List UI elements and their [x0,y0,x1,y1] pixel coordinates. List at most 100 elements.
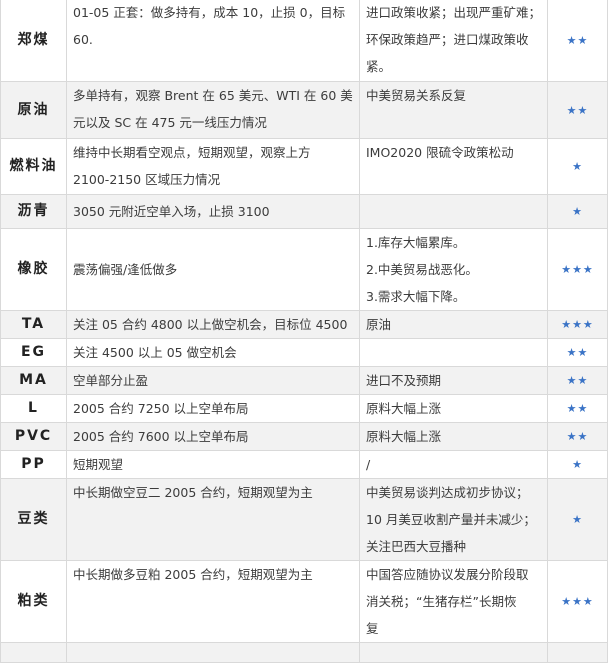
rating-stars: ★★ [547,422,608,451]
risk-line: 消关税；“生猪存栏”长期恢 [366,594,517,609]
risk-line: 原油 [366,317,392,332]
risk-cell: 进口政策收紧；出现严重矿难； 环保政策趋严；进口煤政策收 紧。 [359,0,548,82]
rating-stars: ★★ [547,394,608,423]
commodity-name: 沥青 [0,194,67,229]
risk-cell: IMO2020 限硫令政策松动 [359,138,548,195]
risk-line: IMO2020 限硫令政策松动 [366,145,514,160]
strategy-cell: 2005 合约 7600 以上空单布局 [66,422,360,451]
risk-line: 1.库存大幅累库。 [366,235,466,250]
strategy-cell: 中长期做空豆二 2005 合约，短期观望为主 [66,478,360,561]
risk-cell: 进口不及预期 [359,366,548,395]
strategy-line: 中长期做空豆二 2005 合约，短期观望为主 [73,485,313,500]
strategy-cell: 中长期做多豆粕 2005 合约，短期观望为主 [66,560,360,643]
empty-cell [359,642,548,663]
risk-cell [359,194,548,229]
risk-cell: 原料大幅上涨 [359,394,548,423]
risk-line: 复 [366,621,379,636]
commodity-name: 原油 [0,81,67,139]
table-row: 原油 多单持有，观察 Brent 在 65 美元、WTI 在 60 美 元以及 … [0,81,608,139]
strategy-cell: 2005 合约 7250 以上空单布局 [66,394,360,423]
strategy-line: 短期观望 [73,457,124,472]
commodity-name: MA [0,366,67,395]
table-row: 粕类 中长期做多豆粕 2005 合约，短期观望为主 中国答应随协议发展分阶段取 … [0,560,608,643]
risk-line: 3.需求大幅下降。 [366,289,466,304]
strategy-line: 关注 4500 以上 05 做空机会 [73,345,237,360]
risk-line: 原料大幅上涨 [366,429,442,444]
strategy-cell: 震荡偏强/逢低做多 [66,228,360,311]
risk-line: 中美贸易关系反复 [366,88,467,103]
commodity-name: 燃料油 [0,138,67,195]
rating-stars: ★★ [547,366,608,395]
commodity-name: PP [0,450,67,479]
table-row: 郑煤 01-05 正套：做多持有，成本 10，止损 0，目标 60. 进口政策收… [0,0,608,82]
commodity-name: TA [0,310,67,339]
strategy-line: 2100-2150 区域压力情况 [73,172,221,187]
commodity-name: PVC [0,422,67,451]
strategy-line: 空单部分止盈 [73,373,149,388]
risk-cell [359,338,548,367]
risk-cell: 原料大幅上涨 [359,422,548,451]
strategy-cell: 关注 4500 以上 05 做空机会 [66,338,360,367]
commodity-name: 橡胶 [0,228,67,311]
rating-stars: ★★★ [547,560,608,643]
table-row: L 2005 合约 7250 以上空单布局 原料大幅上涨 ★★ [0,394,608,423]
risk-line: / [366,457,371,472]
risk-line: 进口不及预期 [366,373,442,388]
table-row: MA 空单部分止盈 进口不及预期 ★★ [0,366,608,395]
strategy-cell: 短期观望 [66,450,360,479]
strategy-line: 多单持有，观察 Brent 在 65 美元、WTI 在 60 美 [73,88,353,103]
risk-line: 2.中美贸易战恶化。 [366,262,478,277]
table-row: 燃料油 维持中长期看空观点，短期观望，观察上方 2100-2150 区域压力情况… [0,138,608,195]
commodity-name: EG [0,338,67,367]
risk-cell: 中美贸易谈判达成初步协议； 10 月美豆收割产量并未减少； 关注巴西大豆播种 [359,478,548,561]
risk-cell: / [359,450,548,479]
commodity-name: 粕类 [0,560,67,643]
strategy-line: 维持中长期看空观点，短期观望，观察上方 [73,145,311,160]
strategy-cell: 维持中长期看空观点，短期观望，观察上方 2100-2150 区域压力情况 [66,138,360,195]
rating-stars: ★★ [547,0,608,82]
risk-line: 紧。 [366,59,392,74]
commodity-name: L [0,394,67,423]
strategy-line: 震荡偏强/逢低做多 [73,262,178,277]
empty-cell [547,642,608,663]
strategy-cell: 01-05 正套：做多持有，成本 10，止损 0，目标 60. [66,0,360,82]
table-row: TA 关注 05 合约 4800 以上做空机会，目标位 4500 原油 ★★★ [0,310,608,339]
strategy-line: 中长期做多豆粕 2005 合约，短期观望为主 [73,567,313,582]
strategy-line: 关注 05 合约 4800 以上做空机会，目标位 4500 [73,317,348,332]
risk-line: 进口政策收紧；出现严重矿难； [366,5,542,20]
empty-cell [66,642,360,663]
risk-line: 中美贸易谈判达成初步协议； [366,485,529,500]
risk-line: 10 月美豆收割产量并未减少； [366,512,536,527]
table-row [0,642,608,663]
strategy-cell: 3050 元附近空单入场，止损 3100 [66,194,360,229]
risk-line: 中国答应随协议发展分阶段取 [366,567,529,582]
rating-stars: ★★★ [547,228,608,311]
rating-stars: ★ [547,478,608,561]
table-row: 豆类 中长期做空豆二 2005 合约，短期观望为主 中美贸易谈判达成初步协议； … [0,478,608,561]
strategy-line: 2005 合约 7600 以上空单布局 [73,429,249,444]
rating-stars: ★ [547,138,608,195]
rating-stars: ★ [547,450,608,479]
strategy-cell: 多单持有，观察 Brent 在 65 美元、WTI 在 60 美 元以及 SC … [66,81,360,139]
empty-cell [0,642,67,663]
risk-cell: 中国答应随协议发展分阶段取 消关税；“生猪存栏”长期恢 复 [359,560,548,643]
rating-stars: ★ [547,194,608,229]
strategy-table: 郑煤 01-05 正套：做多持有，成本 10，止损 0，目标 60. 进口政策收… [0,0,608,663]
strategy-line: 2005 合约 7250 以上空单布局 [73,401,249,416]
risk-cell: 原油 [359,310,548,339]
rating-stars: ★★ [547,81,608,139]
risk-line: 环保政策趋严；进口煤政策收 [366,32,529,47]
commodity-name: 豆类 [0,478,67,561]
risk-cell: 1.库存大幅累库。 2.中美贸易战恶化。 3.需求大幅下降。 [359,228,548,311]
strategy-cell: 空单部分止盈 [66,366,360,395]
strategy-cell: 关注 05 合约 4800 以上做空机会，目标位 4500 [66,310,360,339]
commodity-name: 郑煤 [0,0,67,82]
risk-cell: 中美贸易关系反复 [359,81,548,139]
risk-line: 关注巴西大豆播种 [366,539,467,554]
table-row: EG 关注 4500 以上 05 做空机会 ★★ [0,338,608,367]
rating-stars: ★★ [547,338,608,367]
strategy-table-container: 郑煤 01-05 正套：做多持有，成本 10，止损 0，目标 60. 进口政策收… [0,0,610,663]
table-row: PVC 2005 合约 7600 以上空单布局 原料大幅上涨 ★★ [0,422,608,451]
strategy-line: 3050 元附近空单入场，止损 3100 [73,204,270,219]
table-row: PP 短期观望 / ★ [0,450,608,479]
